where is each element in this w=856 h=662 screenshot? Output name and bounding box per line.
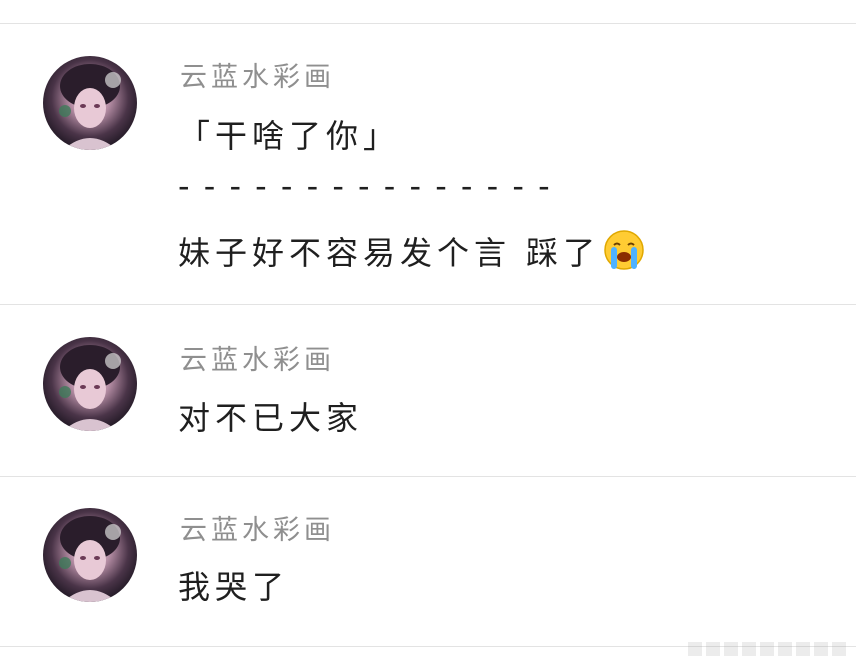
comment-text-line: 对不已大家 (178, 399, 364, 437)
avatar[interactable] (43, 56, 137, 150)
username[interactable]: 云蓝水彩画 (180, 347, 335, 374)
avatar[interactable] (43, 337, 137, 431)
comment-text-line: 「干啥了你」 (178, 117, 401, 155)
username[interactable]: 云蓝水彩画 (180, 64, 335, 91)
avatar-image (59, 64, 121, 150)
comment-text-line-with-emoji: 妹子好不容易发个言 踩了 (178, 228, 646, 272)
username[interactable]: 云蓝水彩画 (180, 517, 335, 544)
avatar[interactable] (43, 508, 137, 602)
comment-text-line: 我哭了 (178, 568, 290, 606)
divider (0, 304, 856, 305)
avatar-image (59, 516, 121, 602)
divider (0, 476, 856, 477)
crying-face-icon (602, 228, 646, 272)
avatar-image (59, 345, 121, 431)
comment-text-separator: - - - - - - - - - - - - - - - (178, 167, 552, 205)
divider (0, 23, 856, 24)
watermark-logo (688, 642, 846, 656)
comment-text: 妹子好不容易发个言 踩了 (178, 234, 601, 272)
